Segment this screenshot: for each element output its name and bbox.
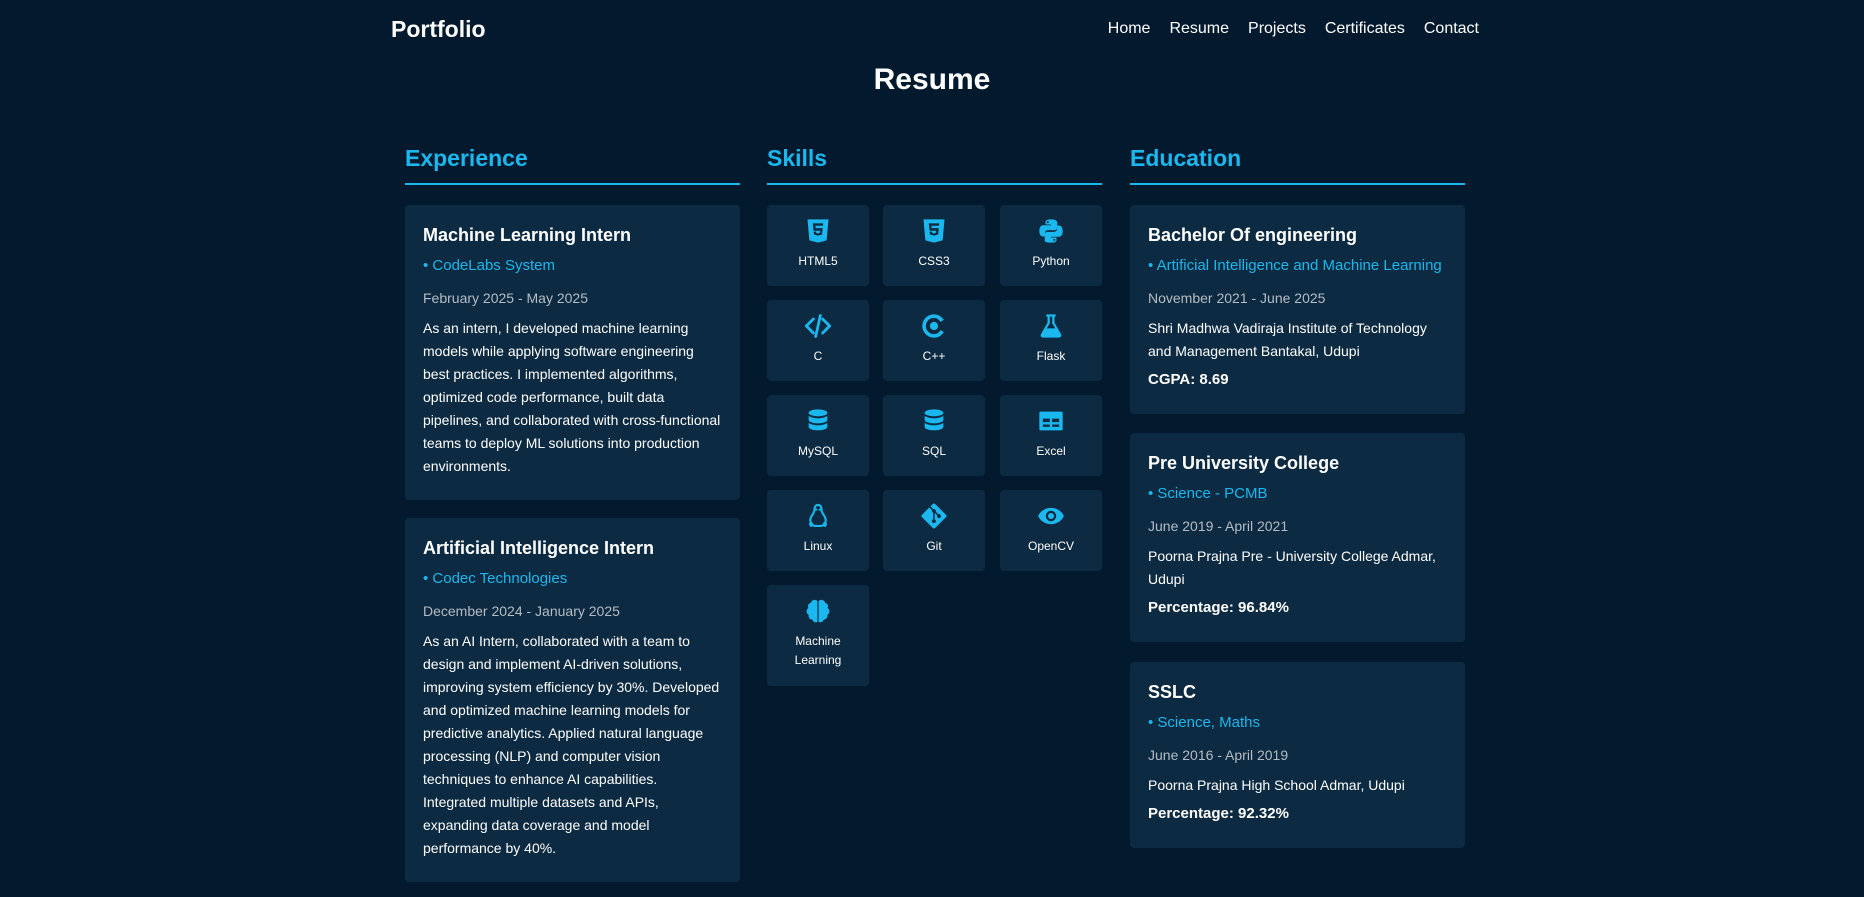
- education-dates: June 2019 - April 2021: [1148, 518, 1289, 534]
- flask-icon: [1040, 314, 1062, 338]
- education-card: Bachelor Of engineering • Artificial Int…: [1130, 205, 1465, 414]
- html5-icon: [807, 219, 829, 243]
- skill-label: Flask: [1036, 349, 1066, 363]
- skill-label: MySQL: [797, 444, 838, 458]
- experience-title: Artificial Intelligence Intern: [423, 538, 655, 558]
- skill-tile-machine-learning: Machine Learning: [767, 585, 869, 686]
- git-icon: [921, 503, 947, 529]
- education-field: • Artificial Intelligence and Machine Le…: [1148, 257, 1442, 274]
- experience-description: As an AI Intern, collaborated with a tea…: [423, 633, 720, 856]
- experience-dates: February 2025 - May 2025: [423, 290, 588, 306]
- brand-logo[interactable]: Portfolio: [391, 16, 486, 43]
- skill-label: HTML5: [798, 254, 838, 268]
- experience-heading: Experience: [405, 140, 740, 185]
- nav-link-home[interactable]: Home: [1108, 20, 1151, 38]
- experience-card: Machine Learning Intern • CodeLabs Syste…: [405, 205, 740, 500]
- skill-label: CSS3: [918, 254, 950, 268]
- skill-tile-python: Python: [1000, 205, 1102, 286]
- education-card: SSLC • Science, Maths June 2016 - April …: [1130, 662, 1465, 848]
- education-heading: Education: [1130, 140, 1465, 185]
- education-title: SSLC: [1148, 682, 1197, 702]
- education-field: • Science, Maths: [1148, 714, 1260, 731]
- skill-tile-c: C: [767, 300, 869, 381]
- nav-link-certificates[interactable]: Certificates: [1325, 20, 1405, 38]
- education-column: Education Bachelor Of engineering • Arti…: [1130, 140, 1465, 850]
- css3-icon: [923, 219, 945, 243]
- skill-tile-mysql: MySQL: [767, 395, 869, 476]
- education-dates: November 2021 - June 2025: [1148, 290, 1326, 306]
- education-field: • Science - PCMB: [1148, 485, 1268, 502]
- skills-column: Skills HTML5 CSS3 Python C C++ Flask MyS…: [767, 140, 1102, 700]
- education-institution: Shri Madhwa Vadiraja Institute of Techno…: [1148, 320, 1427, 359]
- table-icon: [1039, 411, 1063, 431]
- skill-tile-sql: SQL: [883, 395, 985, 476]
- skill-label: OpenCV: [1027, 539, 1075, 553]
- skill-label: SQL: [921, 444, 946, 458]
- skill-tile-git: Git: [883, 490, 985, 571]
- skill-label: Machine Learning: [794, 634, 842, 667]
- education-score: Percentage: 96.84%: [1148, 599, 1289, 616]
- skill-tile-cplusplus: C++: [883, 300, 985, 381]
- skill-label: C: [813, 349, 823, 363]
- nav-link-projects[interactable]: Projects: [1248, 20, 1306, 38]
- education-title: Pre University College: [1148, 453, 1340, 473]
- experience-dates: December 2024 - January 2025: [423, 603, 620, 619]
- experience-card: Artificial Intelligence Intern • Codec T…: [405, 518, 740, 882]
- skill-label: Excel: [1036, 444, 1066, 458]
- skill-label: Git: [926, 539, 942, 553]
- nav-link-resume[interactable]: Resume: [1169, 20, 1229, 38]
- skill-label: Linux: [803, 539, 833, 553]
- eye-icon: [1038, 507, 1064, 525]
- experience-company: • Codec Technologies: [423, 570, 568, 587]
- python-icon: [1039, 219, 1063, 243]
- database-icon: [924, 409, 944, 431]
- linux-icon: [808, 503, 828, 528]
- experience-description: As an intern, I developed machine learni…: [423, 320, 721, 474]
- skill-tile-html5: HTML5: [767, 205, 869, 286]
- navbar: Portfolio Home Resume Projects Certifica…: [391, 0, 1479, 58]
- education-score: Percentage: 92.32%: [1148, 805, 1289, 822]
- skills-heading: Skills: [767, 140, 1102, 185]
- skill-tile-css3: CSS3: [883, 205, 985, 286]
- education-score: CGPA: 8.69: [1148, 371, 1229, 388]
- education-card: Pre University College • Science - PCMB …: [1130, 433, 1465, 642]
- cplusplus-icon: [922, 314, 944, 338]
- experience-title: Machine Learning Intern: [423, 225, 632, 245]
- education-institution: Poorna Prajna High School Admar, Udupi: [1148, 777, 1405, 793]
- skill-tile-excel: Excel: [1000, 395, 1102, 476]
- skill-tile-flask: Flask: [1000, 300, 1102, 381]
- education-dates: June 2016 - April 2019: [1148, 747, 1289, 763]
- database-icon: [808, 409, 828, 431]
- skill-tile-linux: Linux: [767, 490, 869, 571]
- brain-icon: [806, 599, 830, 623]
- experience-column: Experience Machine Learning Intern • Cod…: [405, 140, 740, 890]
- skill-tile-opencv: OpenCV: [1000, 490, 1102, 571]
- experience-company: • CodeLabs System: [423, 257, 555, 274]
- nav-links: Home Resume Projects Certificates Contac…: [1089, 20, 1479, 38]
- nav-link-contact[interactable]: Contact: [1424, 20, 1479, 38]
- code-icon: [804, 314, 832, 338]
- education-institution: Poorna Prajna Pre - University College A…: [1148, 548, 1436, 587]
- skill-label: C++: [922, 349, 946, 363]
- education-title: Bachelor Of engineering: [1148, 225, 1358, 245]
- skill-label: Python: [1032, 254, 1070, 268]
- page-title: Resume: [873, 63, 991, 96]
